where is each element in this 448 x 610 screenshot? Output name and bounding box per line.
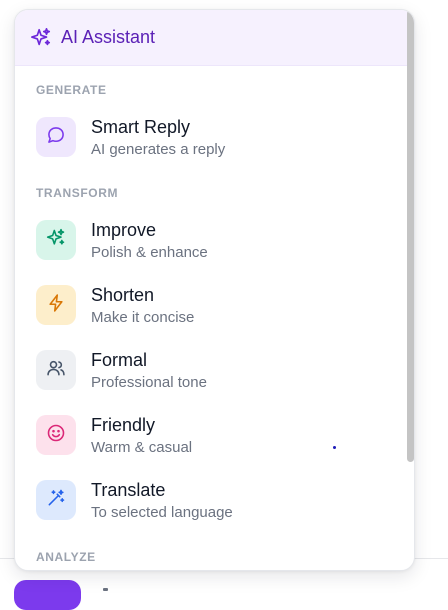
menu-item-friendly[interactable]: Friendly Warm & casual: [15, 405, 403, 467]
chat-bubble-icon: [46, 125, 66, 150]
background-primary-button[interactable]: [14, 580, 81, 610]
section-label-analyze: ANALYZE: [36, 550, 96, 564]
item-subtitle: Polish & enhance: [91, 244, 208, 261]
magic-wand-icon: [46, 488, 66, 513]
item-icon-box: [36, 220, 76, 260]
item-icon-box: [36, 285, 76, 325]
item-icon-box: [36, 480, 76, 520]
item-title: Friendly: [91, 415, 156, 435]
menu-header: AI Assistant: [15, 10, 414, 66]
item-subtitle: Professional tone: [91, 374, 207, 391]
sparkles-icon: [30, 27, 52, 49]
item-icon-box: [36, 117, 76, 157]
item-title: Smart Reply: [91, 117, 191, 137]
background-icon-fragment: [103, 588, 108, 591]
item-subtitle: Warm & casual: [91, 439, 193, 456]
menu-title: AI Assistant: [61, 27, 156, 47]
menu-item-formal[interactable]: Formal Professional tone: [15, 340, 403, 402]
smiley-icon: [46, 423, 66, 448]
menu-item-smart-reply[interactable]: Smart Reply AI generates a reply: [15, 107, 403, 169]
users-icon: [46, 358, 66, 383]
item-subtitle: To selected language: [91, 504, 233, 521]
menu-item-translate[interactable]: Translate To selected language: [15, 470, 403, 532]
menu-item-improve[interactable]: Improve Polish & enhance: [15, 210, 403, 272]
ai-assistant-menu: AI Assistant GENERATE Smart Reply AI gen…: [14, 9, 415, 571]
menu-scrollbar[interactable]: [407, 10, 414, 462]
item-title: Shorten: [91, 285, 155, 305]
item-subtitle: AI generates a reply: [91, 141, 226, 158]
item-title: Translate: [91, 480, 166, 500]
lightning-icon: [46, 293, 66, 318]
section-label-transform: TRANSFORM: [36, 186, 119, 200]
section-label-generate: GENERATE: [36, 83, 107, 97]
menu-item-shorten[interactable]: Shorten Make it concise: [15, 275, 403, 337]
item-title: Improve: [91, 220, 157, 240]
item-subtitle: Make it concise: [91, 309, 195, 326]
sparkles-icon: [46, 228, 66, 253]
item-icon-box: [36, 350, 76, 390]
item-icon-box: [36, 415, 76, 455]
item-title: Formal: [91, 350, 148, 370]
cursor-dot: [333, 446, 336, 449]
